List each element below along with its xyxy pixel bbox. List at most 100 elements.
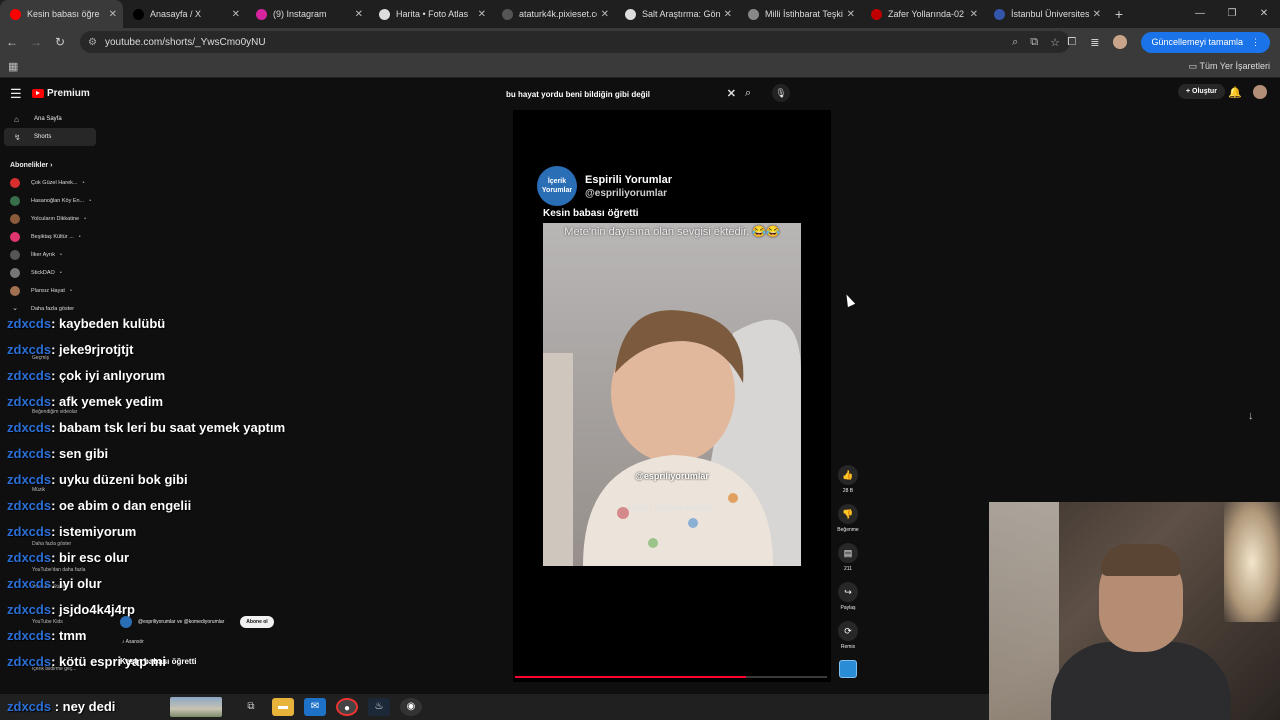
dislike-button[interactable]: 👎 Beğenme bbox=[832, 504, 864, 543]
video-progress-bar[interactable] bbox=[515, 676, 827, 678]
chat-message: : jsjdo4k4j4rp bbox=[51, 601, 135, 617]
chrome-icon[interactable]: ● bbox=[336, 698, 358, 716]
apps-grid-icon[interactable]: ▦ bbox=[8, 60, 18, 73]
browser-tab[interactable]: ataturk4k.pixieset.co ✕ bbox=[492, 0, 615, 28]
browser-tab[interactable]: Anasayfa / X ✕ bbox=[123, 0, 246, 28]
account-avatar[interactable] bbox=[1253, 85, 1267, 99]
browser-tab[interactable]: (9) Instagram ✕ bbox=[246, 0, 369, 28]
close-tab-icon[interactable]: ✕ bbox=[970, 9, 978, 20]
close-tab-icon[interactable]: ✕ bbox=[478, 9, 486, 20]
browser-tab[interactable]: Harita • Foto Atlas ✕ bbox=[369, 0, 492, 28]
close-tab-icon[interactable]: ✕ bbox=[232, 9, 240, 20]
bookmark-star-icon[interactable]: ☆ bbox=[1050, 36, 1060, 49]
next-video-icon[interactable]: ↓ bbox=[1248, 410, 1254, 422]
minimize-icon[interactable]: — bbox=[1184, 0, 1216, 28]
shorts-title: Kesin babası öğretti bbox=[120, 657, 197, 666]
subscription-item[interactable]: Plansız Hayat • bbox=[0, 282, 100, 300]
clear-search-icon[interactable]: ✕ bbox=[727, 87, 736, 100]
search-input[interactable]: bu hayat yordu beni bildiğin gibi değil … bbox=[500, 84, 740, 104]
subscription-item[interactable]: Yolcuların Dikkatine • bbox=[0, 210, 100, 228]
close-tab-icon[interactable]: ✕ bbox=[1093, 9, 1101, 20]
extensions-icon[interactable]: ⧠ bbox=[1067, 36, 1076, 49]
browser-tab[interactable]: Milli İstihbarat Teşkil ✕ bbox=[738, 0, 861, 28]
close-tab-icon[interactable]: ✕ bbox=[109, 9, 117, 20]
browser-tab[interactable]: İstanbul Üniversitesi ✕ bbox=[984, 0, 1107, 28]
restore-icon[interactable]: ❐ bbox=[1216, 0, 1248, 28]
chat-user: zdxcds bbox=[7, 601, 52, 617]
reload-icon[interactable]: ↻ bbox=[48, 35, 72, 49]
comments-button[interactable]: ▤ 211 bbox=[832, 543, 864, 582]
taskbar-widget-thumbnail bbox=[170, 697, 222, 717]
webcam-person-hair bbox=[1101, 544, 1181, 576]
share-button[interactable]: ↪ Paylaş bbox=[832, 582, 864, 621]
tab-title: Harita • Foto Atlas bbox=[396, 9, 469, 19]
browser-tab-bar: Kesin babası öğre ✕ Anasayfa / X ✕ (9) Insta… bbox=[0, 0, 1280, 28]
steam-icon[interactable]: ♨ bbox=[368, 698, 390, 716]
close-tab-icon[interactable]: ✕ bbox=[601, 9, 609, 20]
remix-button[interactable]: ⟳ Remix bbox=[832, 621, 864, 660]
sidebar-item[interactable]: ↯ Shorts bbox=[4, 128, 96, 146]
shorts-player[interactable]: İçerik Yorumlar Espirili Yorumlar @espri… bbox=[513, 110, 831, 682]
forward-icon[interactable]: → bbox=[24, 35, 48, 49]
channel-avatar[interactable] bbox=[120, 616, 132, 628]
tab-title: Milli İstihbarat Teşkil bbox=[765, 9, 843, 19]
youtube-logo[interactable]: Premium bbox=[32, 88, 90, 99]
close-tab-icon[interactable]: ✕ bbox=[847, 9, 855, 20]
url-field[interactable]: ⚙ youtube.com/shorts/_YwsCmo0yNU ⌕ ⧉ ☆ bbox=[80, 31, 1070, 53]
site-info-icon[interactable]: ⚙ bbox=[88, 37, 97, 48]
mouse-cursor bbox=[842, 292, 856, 308]
search-value: bu hayat yordu beni bildiğin gibi değil bbox=[506, 89, 650, 99]
chat-line: zdxcds : iyi olur bbox=[7, 570, 487, 596]
reading-list-icon[interactable]: ≣ bbox=[1090, 36, 1099, 49]
browser-tab[interactable]: Kesin babası öğre ✕ bbox=[0, 0, 123, 28]
close-tab-icon[interactable]: ✕ bbox=[355, 9, 363, 20]
file-explorer-icon[interactable]: ▬ bbox=[272, 698, 294, 716]
sidebar: ⌂ Ana Sayfa ↯ Shorts Abonelikler › Çok Güzel … bbox=[0, 110, 100, 318]
back-icon[interactable]: ← bbox=[0, 35, 24, 49]
subscriptions-header[interactable]: Abonelikler › bbox=[0, 156, 100, 174]
browser-tab[interactable]: Salt Araştırma: Göner ✕ bbox=[615, 0, 738, 28]
music-line[interactable]: ♪ Asansör bbox=[122, 639, 144, 645]
tab-title: Kesin babası öğre bbox=[27, 9, 100, 19]
subscription-item[interactable]: İlker Ayrık • bbox=[0, 246, 100, 264]
profile-avatar[interactable] bbox=[1113, 35, 1128, 49]
all-bookmarks[interactable]: ▭ Tüm Yer İşaretleri bbox=[1189, 61, 1270, 72]
task-view-icon[interactable]: ⧉ bbox=[240, 698, 262, 716]
menu-icon[interactable]: ☰ bbox=[10, 86, 22, 102]
action-label: Beğenme bbox=[837, 527, 859, 533]
chevron-right-icon: › bbox=[50, 161, 53, 169]
subscription-item[interactable]: Çok Güzel Harek... • bbox=[0, 174, 100, 192]
subscription-label: Çok Güzel Harek... bbox=[31, 180, 78, 186]
notifications-bell-icon[interactable]: 🔔 bbox=[1228, 86, 1242, 99]
search-icon[interactable]: ⌕ bbox=[745, 87, 751, 100]
new-tab-icon[interactable]: + bbox=[1107, 6, 1131, 22]
close-tab-icon[interactable]: ✕ bbox=[724, 9, 732, 20]
like-button[interactable]: 👍 28 B bbox=[832, 465, 864, 504]
channel-logo: İçerik Yorumlar bbox=[537, 166, 577, 206]
chat-message: : iyi olur bbox=[51, 575, 102, 591]
remix-icon: ⟳ bbox=[838, 621, 858, 641]
zoom-icon[interactable]: ⌕ bbox=[1012, 36, 1018, 49]
close-window-icon[interactable]: ✕ bbox=[1248, 0, 1280, 28]
mic-icon[interactable]: 🎙 bbox=[772, 84, 790, 102]
shorts-channels[interactable]: @espriliyorumlar ve @komediyorumlar bbox=[138, 619, 224, 625]
youtube-header: ☰ Premium bu hayat yordu beni bildiğin g… bbox=[0, 81, 1280, 107]
sidebar-item[interactable]: ⌂ Ana Sayfa bbox=[4, 110, 96, 128]
chat-user: zdxcds bbox=[7, 419, 52, 435]
chat-message: : istemiyorum bbox=[51, 523, 137, 539]
browser-tab[interactable]: Zafer Yollarında-02 - ✕ bbox=[861, 0, 984, 28]
record-app-icon[interactable]: ◉ bbox=[400, 698, 422, 716]
subscription-item[interactable]: StickDAO • bbox=[0, 264, 100, 282]
tab-favicon-icon bbox=[871, 8, 882, 20]
update-button[interactable]: Güncellemeyi tamamla ⋮ bbox=[1141, 31, 1270, 53]
subscription-item[interactable]: Hasanoğlan Köy En... • bbox=[0, 192, 100, 210]
chat-user: zdxcds bbox=[7, 699, 52, 714]
cast-icon[interactable]: ⧉ bbox=[1030, 36, 1038, 49]
create-button[interactable]: + Oluştur bbox=[1178, 84, 1225, 99]
outlook-icon[interactable]: ✉ bbox=[304, 698, 326, 716]
tab-favicon-icon bbox=[748, 8, 759, 20]
shorts-channel-row: @espriliyorumlar ve @komediyorumlar Abon… bbox=[120, 616, 274, 628]
live-dot-icon: • bbox=[82, 180, 85, 186]
subscribe-button[interactable]: Abone ol bbox=[240, 616, 274, 628]
subscription-item[interactable]: Beşiktaş Kültür ... • bbox=[0, 228, 100, 246]
